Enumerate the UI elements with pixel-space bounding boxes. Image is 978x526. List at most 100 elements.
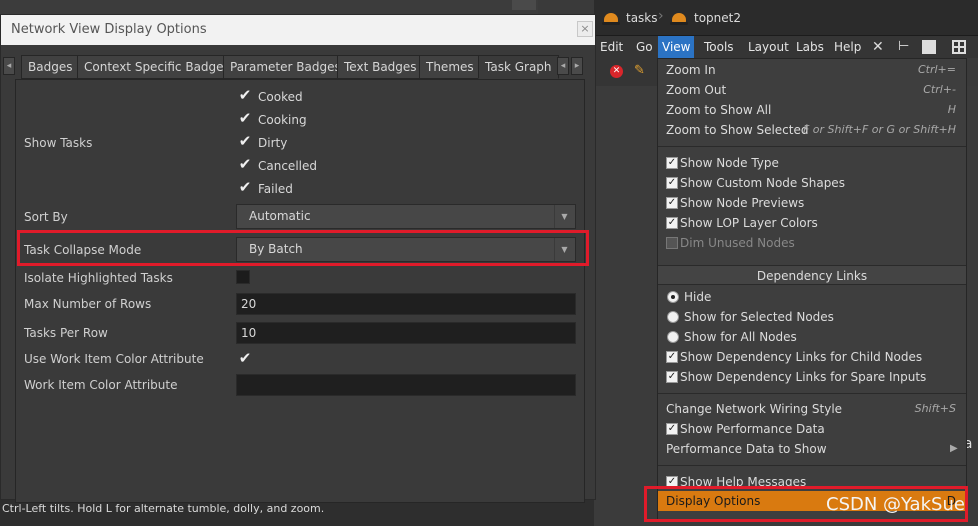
brush-icon[interactable]: ✎ [634,64,648,78]
close-button[interactable]: × [577,21,593,37]
tab-parameter-badges[interactable]: Parameter Badges [223,55,348,79]
error-icon[interactable]: ✕ [610,65,623,78]
cooking-checkbox[interactable]: ✔ [238,111,252,126]
section-header: Dependency Links [658,265,966,285]
checkbox-icon: ✓ [666,217,678,229]
radio-icon [667,331,679,343]
breadcrumb-separator-icon: › [658,8,664,24]
menu-bar: Edit Go View Tools Layout Labs Help ✕ ⊢ [594,36,978,58]
isolate-checkbox[interactable] [236,270,250,284]
isolate-label: Isolate Highlighted Tasks [24,271,173,285]
max-rows-label: Max Number of Rows [24,297,152,311]
menu-view[interactable]: View [658,36,695,58]
checkbox-icon: ✓ [666,177,678,189]
breadcrumb-label: tasks [626,11,658,25]
shortcut: Shift+S [914,402,956,415]
breadcrumb-topnet2[interactable]: topnet2 [670,8,741,28]
path-bar: tasks › topnet2 [594,0,978,36]
menu-item-hide[interactable]: Hide [684,287,711,307]
cooking-label: Cooking [258,113,307,127]
shortcut: Ctrl+- [923,83,956,96]
menu-item-wiring-style[interactable]: Change Network Wiring Style [666,399,842,419]
dialog-title: Network View Display Options [1,15,595,45]
dirty-label: Dirty [258,136,288,150]
highlight-box [17,230,589,266]
color-attr-label: Work Item Color Attribute [24,378,178,392]
checkbox-icon: ✓ [666,157,678,169]
menu-go[interactable]: Go [632,36,657,58]
grid-icon[interactable] [952,40,966,54]
menu-help[interactable]: Help [830,36,865,58]
tab-task-graph[interactable]: Task Graph [478,55,559,79]
menu-item-custom-shapes[interactable]: Show Custom Node Shapes [680,173,845,193]
cancelled-checkbox[interactable]: ✔ [238,157,252,172]
scroll-handle[interactable] [512,0,536,10]
menu-item-child-links[interactable]: Show Dependency Links for Child Nodes [680,347,922,367]
failed-label: Failed [258,182,293,196]
menu-separator [658,465,966,466]
cooked-checkbox[interactable]: ✔ [238,88,252,103]
tab-themes[interactable]: Themes [419,55,481,79]
cooked-label: Cooked [258,90,303,104]
menu-item-zoom-selected[interactable]: Zoom to Show Selected [666,120,808,140]
tree-icon[interactable]: ⊢ [898,39,914,55]
network-toolbar: ✕ ✎ [594,58,658,86]
menu-labs[interactable]: Labs [792,36,828,58]
menu-item-lop-colors[interactable]: Show LOP Layer Colors [680,213,818,233]
show-tasks-label: Show Tasks [24,136,93,150]
menu-item-zoom-in[interactable]: Zoom In [666,60,716,80]
tab-badges[interactable]: Badges [21,55,80,79]
menu-separator [658,393,966,394]
tools-icon[interactable]: ✕ [872,39,888,55]
sort-by-label: Sort By [24,210,68,224]
tab-bar: ◂ Badges Context Specific Badges Paramet… [1,55,595,79]
watermark: CSDN @YakSue [826,494,965,515]
menu-edit[interactable]: Edit [596,36,627,58]
max-rows-input[interactable]: 20 [236,293,576,315]
color-attr-input[interactable] [236,374,576,396]
sort-by-dropdown[interactable]: Automatic [236,204,576,229]
pdg-hat-icon [602,13,620,25]
task-graph-panel: Show Tasks ✔ Cooked ✔ Cooking ✔ Dirty ✔ … [15,79,585,503]
submenu-arrow-icon: ▶ [950,443,958,454]
checkbox-icon: ✓ [666,423,678,435]
menu-item-performance[interactable]: Show Performance Data [680,419,825,439]
menu-item-show-selected[interactable]: Show for Selected Nodes [684,307,834,327]
use-color-label: Use Work Item Color Attribute [24,352,204,366]
tab-scroll-forward-icon[interactable]: ▸ [571,57,583,75]
breadcrumb-tasks[interactable]: tasks [602,8,658,28]
chevron-down-icon[interactable]: ▼ [554,205,574,228]
menu-item-node-previews[interactable]: Show Node Previews [680,193,804,213]
shortcut: H [947,103,956,116]
tab-context-badges[interactable]: Context Specific Badges [77,55,237,79]
pdg-hat-icon [670,13,688,25]
failed-checkbox[interactable]: ✔ [238,180,252,195]
tab-scroll-back-icon[interactable]: ◂ [557,57,569,75]
list-icon[interactable] [922,40,936,54]
menu-tools[interactable]: Tools [700,36,738,58]
checkbox-icon: ✓ [666,197,678,209]
use-color-checkbox[interactable]: ✔ [238,351,252,366]
sort-by-value: Automatic [249,209,311,223]
shortcut: F or Shift+F or G or Shift+H [802,123,956,136]
per-row-label: Tasks Per Row [24,326,108,340]
menu-item-dim-unused[interactable]: Dim Unused Nodes [680,233,795,253]
radio-icon [667,291,679,303]
menu-item-show-all[interactable]: Show for All Nodes [684,327,797,347]
radio-icon [667,311,679,323]
tab-text-badges[interactable]: Text Badges [337,55,424,79]
menu-layout[interactable]: Layout [744,36,793,58]
menu-item-perf-show[interactable]: Performance Data to Show [666,439,827,459]
checkbox-icon [666,237,678,249]
checkbox-icon: ✓ [666,351,678,363]
checkbox-icon: ✓ [666,371,678,383]
tab-scroll-left-icon[interactable]: ◂ [3,57,15,75]
view-menu: Zoom In Ctrl+= Zoom Out Ctrl+- Zoom to S… [657,58,967,520]
menu-item-zoom-all[interactable]: Zoom to Show All [666,100,771,120]
menu-separator [658,146,966,147]
menu-item-node-type[interactable]: Show Node Type [680,153,779,173]
menu-item-spare-links[interactable]: Show Dependency Links for Spare Inputs [680,367,926,387]
menu-item-zoom-out[interactable]: Zoom Out [666,80,726,100]
per-row-input[interactable]: 10 [236,322,576,344]
dirty-checkbox[interactable]: ✔ [238,134,252,149]
